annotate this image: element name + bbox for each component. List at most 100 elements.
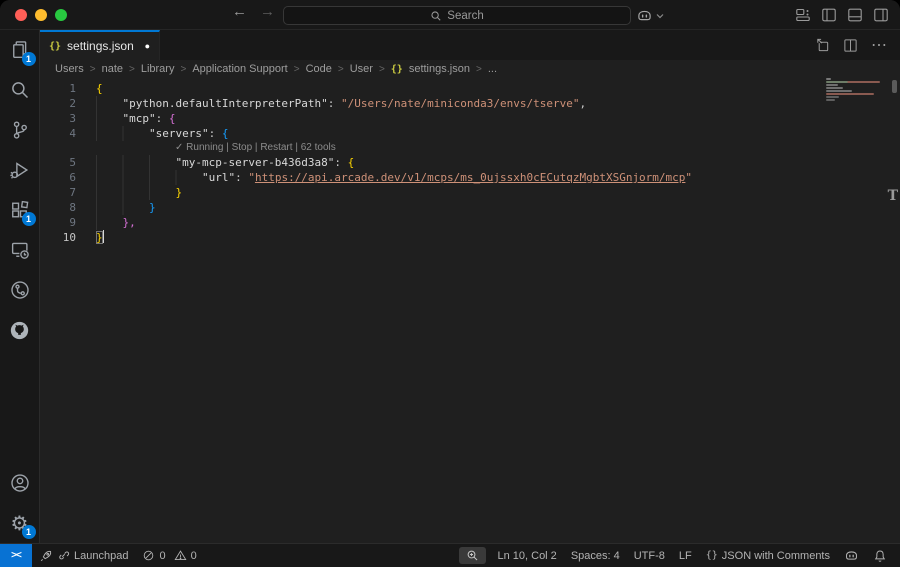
code-token: " <box>248 171 255 184</box>
settings-gear-button[interactable]: ⚙ 1 <box>0 503 40 543</box>
search-placeholder: Search <box>447 10 483 22</box>
indent-guides <box>96 200 149 215</box>
tab-settings-json[interactable]: {} settings.json ● <box>40 30 160 60</box>
codelens-link[interactable]: 62 tools <box>301 142 336 153</box>
json-file-icon: {} <box>391 64 403 75</box>
indent-guides <box>96 215 122 230</box>
line-number: 6 <box>40 170 76 185</box>
vscode-window: ← → Search <box>0 0 900 567</box>
breadcrumb-item[interactable]: nate <box>102 63 123 75</box>
language-mode-item[interactable]: {} JSON with Comments <box>699 544 837 567</box>
sidebar-item-github[interactable] <box>0 310 40 350</box>
open-changes-icon[interactable] <box>815 38 830 53</box>
command-center-search[interactable]: Search <box>283 6 631 25</box>
link-icon <box>57 549 70 562</box>
line-number: 5 <box>40 155 76 170</box>
explorer-badge: 1 <box>22 52 36 66</box>
remote-indicator-button[interactable]: >< <box>0 544 32 567</box>
minimize-window-button[interactable] <box>35 9 47 21</box>
problems-status-item[interactable]: 0 0 <box>135 544 203 567</box>
url-link[interactable]: https://api.arcade.dev/v1/mcps/ms_0ujssx… <box>255 171 685 184</box>
extensions-badge: 1 <box>22 212 36 226</box>
code-editor[interactable]: 1 {2"python.defaultInterpreterPath": "/Us… <box>40 78 900 543</box>
accounts-button[interactable] <box>0 463 40 503</box>
notifications-bell-item[interactable] <box>866 544 894 567</box>
code-token: " <box>685 171 692 184</box>
toggle-panel-icon[interactable] <box>847 7 863 23</box>
code-token: { <box>96 82 103 95</box>
code-token: { <box>348 156 355 169</box>
chevron-down-icon <box>656 12 664 20</box>
breadcrumb-item[interactable]: Code <box>306 63 332 75</box>
code-line-6: 6"url": "https://api.arcade.dev/v1/mcps/… <box>40 170 900 185</box>
history-nav: ← → <box>232 3 275 20</box>
code-token: , <box>579 97 586 110</box>
cursor-position-item[interactable]: Ln 10, Col 2 <box>490 544 563 567</box>
back-arrow-icon[interactable]: ← <box>232 3 247 20</box>
line-number: 1 <box>40 81 76 96</box>
eol-item[interactable]: LF <box>672 544 699 567</box>
launchpad-label: Launchpad <box>74 550 128 562</box>
sidebar-item-extensions[interactable]: 1 <box>0 190 40 230</box>
sidebar-item-remote-explorer[interactable] <box>0 230 40 270</box>
warning-triangle-icon <box>174 549 187 562</box>
breadcrumb-overflow[interactable]: ... <box>488 63 497 75</box>
remote-icon: >< <box>11 550 21 561</box>
codelens-link[interactable]: ✓ Running <box>175 142 223 153</box>
chevron-right-icon: > <box>180 64 186 75</box>
line-number: 3 <box>40 111 76 126</box>
code-line-3: 3"mcp": { <box>40 111 900 126</box>
code-token: : <box>334 156 347 169</box>
sidebar-item-explorer[interactable]: 1 <box>0 30 40 70</box>
code-token: "url" <box>202 171 235 184</box>
launchpad-status-item[interactable]: Launchpad <box>32 544 135 567</box>
code-lines: 1 {2"python.defaultInterpreterPath": "/Us… <box>40 81 900 245</box>
breadcrumb-item[interactable]: Application Support <box>192 63 287 75</box>
breadcrumb-item[interactable]: Library <box>141 63 175 75</box>
json-file-icon: {} <box>49 41 61 52</box>
indentation-label: Spaces: 4 <box>571 550 620 562</box>
tab-label: settings.json <box>67 39 134 53</box>
codelens-link[interactable]: Stop <box>232 142 253 153</box>
sidebar-item-run-debug[interactable] <box>0 150 40 190</box>
line-number: 4 <box>40 126 76 141</box>
minimap[interactable] <box>826 78 884 102</box>
codelens-link[interactable]: Restart <box>260 142 292 153</box>
copilot-status-item[interactable] <box>837 544 866 567</box>
zoom-in-icon <box>466 549 479 562</box>
split-editor-icon[interactable] <box>843 38 858 53</box>
code-token: : <box>209 127 222 140</box>
copilot-menu[interactable] <box>636 7 664 24</box>
toggle-secondary-sidebar-icon[interactable] <box>873 7 889 23</box>
layout-controls <box>795 7 889 23</box>
line-number: 9 <box>40 215 76 230</box>
code-line-2: 2"python.defaultInterpreterPath": "/User… <box>40 96 900 111</box>
sidebar-item-source-control[interactable] <box>0 110 40 150</box>
forward-arrow-icon[interactable]: → <box>260 3 275 20</box>
bell-icon <box>873 549 887 563</box>
scrollbar-thumb[interactable] <box>892 80 897 93</box>
customize-layout-icon[interactable] <box>795 7 811 23</box>
indent-guides <box>96 126 149 141</box>
code-token: "mcp" <box>122 112 155 125</box>
code-token: "python.defaultInterpreterPath" <box>122 97 327 110</box>
zoom-window-button[interactable] <box>55 9 67 21</box>
code-token: } <box>96 231 103 244</box>
indent-guides <box>96 170 202 185</box>
chevron-right-icon: > <box>379 64 385 75</box>
sidebar-item-git-graph[interactable] <box>0 270 40 310</box>
zoom-status-item[interactable] <box>459 547 486 564</box>
more-actions-icon[interactable]: ⋯ <box>871 35 887 55</box>
breadcrumb-file[interactable]: settings.json <box>409 63 470 75</box>
modified-dot-icon[interactable]: ● <box>145 41 150 51</box>
code-token: } <box>149 201 156 214</box>
breadcrumb-item[interactable]: User <box>350 63 373 75</box>
close-window-button[interactable] <box>15 9 27 21</box>
sidebar-item-search[interactable] <box>0 70 40 110</box>
toggle-primary-sidebar-icon[interactable] <box>821 7 837 23</box>
indentation-item[interactable]: Spaces: 4 <box>564 544 627 567</box>
indent-guides <box>96 155 175 170</box>
line-number: 10 <box>40 230 76 245</box>
breadcrumb-item[interactable]: Users <box>55 63 84 75</box>
encoding-item[interactable]: UTF-8 <box>627 544 672 567</box>
